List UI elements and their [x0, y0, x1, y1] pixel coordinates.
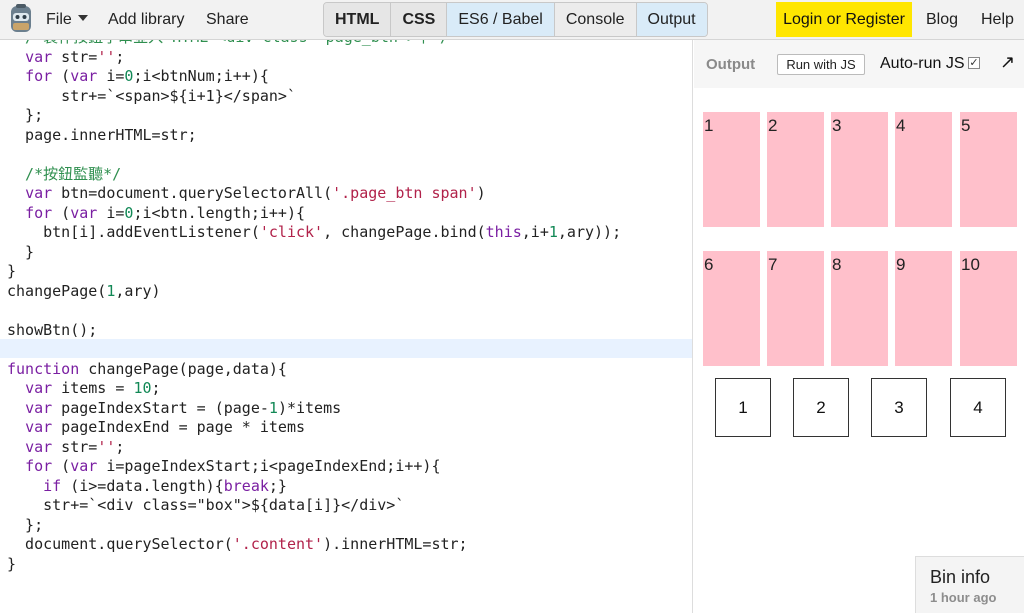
- code-line: };: [7, 106, 44, 124]
- code-line: showBtn();: [7, 320, 98, 339]
- output-box: 7: [767, 251, 824, 366]
- help-link[interactable]: Help: [981, 11, 1014, 29]
- tab-console[interactable]: Console: [554, 3, 637, 36]
- code-line: }: [7, 242, 35, 261]
- top-toolbar: File Add library Share HTML CSS ES6 / Ba…: [0, 0, 1024, 40]
- output-box: 8: [831, 251, 888, 366]
- add-library-menu[interactable]: Add library: [108, 11, 184, 29]
- code-text[interactable]: /*製作按鈕字串並入 HTML <div class="page_btn">中*…: [7, 40, 621, 574]
- code-line: changePage(1,ary): [7, 281, 161, 300]
- code-line: btn[i].addEventListener('click', changeP…: [7, 223, 622, 241]
- tab-html[interactable]: HTML: [324, 3, 392, 36]
- chevron-down-icon: [77, 15, 88, 21]
- tab-css[interactable]: CSS: [391, 3, 448, 36]
- code-line: };: [7, 515, 44, 534]
- page-button-1[interactable]: 1: [715, 378, 771, 437]
- code-line: var pageIndexEnd = page * items: [25, 418, 306, 436]
- output-box: 5: [960, 112, 1017, 227]
- auto-run-checkbox[interactable]: ✓: [968, 57, 980, 69]
- code-line: str+=`<div class="box">${data[i]}</div>`: [7, 496, 405, 514]
- output-box: 9: [895, 251, 952, 366]
- popout-arrow-icon[interactable]: ↗: [1000, 52, 1015, 73]
- file-menu[interactable]: File: [46, 11, 88, 29]
- bin-info-panel[interactable]: Bin info 1 hour ago: [915, 556, 1024, 613]
- code-line: }: [7, 554, 17, 573]
- code-line: str+=`<span>${i+1}</span>`: [7, 86, 296, 105]
- jsbin-logo-icon[interactable]: [8, 4, 34, 34]
- panel-toggle-group: HTML CSS ES6 / Babel Console Output: [323, 2, 708, 37]
- output-box: 2: [767, 112, 824, 227]
- file-menu-label: File: [46, 11, 72, 28]
- bin-info-title: Bin info: [930, 567, 991, 587]
- code-line: /*按鈕監聽*/: [7, 164, 122, 183]
- blog-link[interactable]: Blog: [926, 11, 958, 29]
- code-line: for (var i=0;i<btn.length;i++){: [25, 203, 306, 222]
- output-box: 4: [895, 112, 952, 227]
- output-box: 1: [703, 112, 760, 227]
- code-line: if (i>=data.length){break;}: [43, 476, 287, 495]
- code-line: var items = 10;: [25, 379, 161, 397]
- tab-output[interactable]: Output: [636, 3, 707, 36]
- js-code-editor[interactable]: /*製作按鈕字串並入 HTML <div class="page_btn">中*…: [0, 40, 693, 613]
- code-line: for (var i=0;i<btnNum;i++){: [25, 67, 269, 85]
- run-with-js-button[interactable]: Run with JS: [777, 54, 865, 75]
- code-line: var btn=document.querySelectorAll('.page…: [25, 184, 486, 202]
- code-line: page.innerHTML=str;: [7, 125, 197, 144]
- tab-js[interactable]: ES6 / Babel: [447, 3, 555, 36]
- code-line: var str='';: [25, 437, 125, 456]
- code-line: function changePage(page,data){: [7, 359, 287, 378]
- output-box: 6: [703, 251, 760, 366]
- output-label: Output: [706, 56, 756, 73]
- share-menu[interactable]: Share: [206, 11, 249, 29]
- login-register-button[interactable]: Login or Register: [776, 2, 912, 37]
- bin-info-timestamp: 1 hour ago: [930, 590, 997, 605]
- code-line: document.querySelector('.content').inner…: [7, 535, 468, 553]
- page-button-2[interactable]: 2: [793, 378, 849, 437]
- code-line: }: [7, 262, 17, 280]
- code-line: var pageIndexStart = (page-1)*items: [25, 398, 342, 417]
- output-box: 10: [960, 251, 1017, 366]
- code-line: for (var i=pageIndexStart;i<pageIndexEnd…: [25, 457, 441, 475]
- auto-run-label: Auto-run JS: [880, 55, 965, 72]
- code-line: var str='';: [25, 47, 125, 66]
- output-box: 3: [831, 112, 888, 227]
- page-button-4[interactable]: 4: [950, 378, 1006, 437]
- code-line: /*製作按鈕字串並入 HTML <div class="page_btn">中*…: [7, 40, 621, 48]
- page-button-3[interactable]: 3: [871, 378, 927, 437]
